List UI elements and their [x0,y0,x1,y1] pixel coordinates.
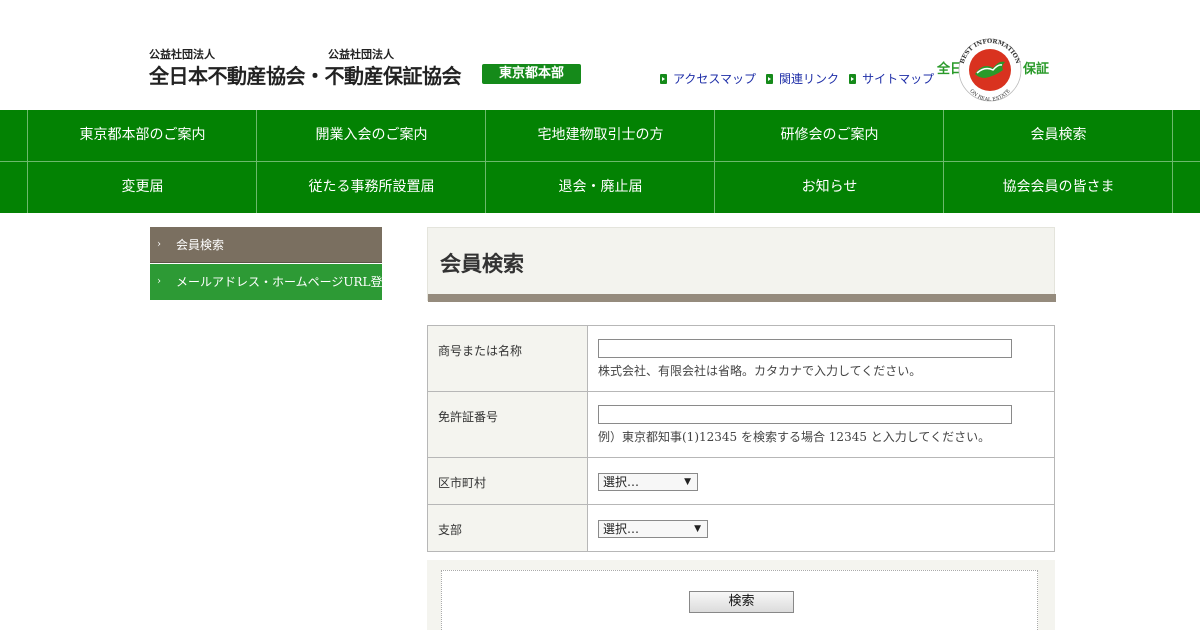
nav-row-2: 変更届 従たる事務所設置届 退会・廃止届 お知らせ 協会会員の皆さま [0,162,1200,213]
form-row-name: 商号または名称 株式会社、有限会社は省略。カタカナで入力してください。 [427,325,1055,392]
sidebar-item-label: メールアドレス・ホームページURL登 [176,275,382,289]
city-select[interactable]: 選択… ▼ [598,473,698,491]
nav-item-news[interactable]: お知らせ [715,162,944,213]
logo-title: 全日本不動産協会・不動産保証協会 [149,64,462,88]
related-links-link[interactable]: 関連リンク [766,70,839,87]
guarantee-seal: 全日 BEST INFORMATION ON REAL ESTATE 保証 [937,36,1053,102]
sitemap-label: サイトマップ [862,72,935,86]
search-area: 検索 [441,570,1038,630]
heading-underline [428,294,1056,302]
related-links-label: 関連リンク [779,72,840,86]
seal-right-text: 保証 [1023,62,1050,77]
sitemap-link[interactable]: サイトマップ [849,70,934,87]
name-label: 商号または名称 [427,325,588,392]
sidebar-item-email-url[interactable]: › メールアドレス・ホームページURL登 [150,264,382,300]
branch-label: 支部 [427,504,588,552]
nav-row-1: 東京都本部のご案内 開業入会のご案内 宅地建物取引士の方 研修会のご案内 会員検… [0,110,1200,161]
nav-item-about[interactable]: 東京都本部のご案内 [28,110,257,161]
license-number-input[interactable] [598,405,1012,424]
nav-separator [27,110,28,213]
rabbit-seal-icon: BEST INFORMATION ON REAL ESTATE [958,38,1022,102]
nav-item-withdrawal[interactable]: 退会・廃止届 [486,162,715,213]
nav-item-members[interactable]: 協会会員の皆さま [944,162,1173,213]
main-content: 会員検索 商号または名称 株式会社、有限会社は省略。カタカナで入力してください。… [427,227,1056,630]
nav-item-license-holder[interactable]: 宅地建物取引士の方 [486,110,715,161]
search-button[interactable]: 検索 [689,591,794,613]
branch-select[interactable]: 選択… ▼ [598,520,708,538]
access-map-link[interactable]: アクセスマップ [660,70,756,87]
city-select-value: 選択… [603,475,640,489]
logo-badge: 東京都本部 [482,64,581,84]
arrow-bullet-icon [660,73,667,84]
license-hint: 例）東京都知事(1)12345 を検索する場合 12345 と入力してください。 [598,430,991,444]
arrow-bullet-icon [766,73,774,84]
header-links: アクセスマップ 関連リンク サイトマップ [660,70,934,87]
sidebar-item-member-search[interactable]: › 会員検索 [150,227,382,263]
nav-item-change-notice[interactable]: 変更届 [28,162,257,213]
form-row-license: 免許証番号 例）東京都知事(1)12345 を検索する場合 12345 と入力し… [427,391,1055,458]
access-map-label: アクセスマップ [673,72,757,86]
name-hint: 株式会社、有限会社は省略。カタカナで入力してください。 [598,364,922,378]
nav-item-training[interactable]: 研修会のご案内 [715,110,944,161]
nav-item-join[interactable]: 開業入会のご案内 [257,110,486,161]
name-input[interactable] [598,339,1012,358]
nav-separator [256,110,257,213]
nav-item-member-search[interactable]: 会員検索 [944,110,1173,161]
member-search-form: 商号または名称 株式会社、有限会社は省略。カタカナで入力してください。 免許証番… [427,325,1055,552]
site-header: 公益社団法人 公益社団法人 全日本不動産協会・不動産保証協会 東京都本部 アクセ… [0,0,1200,110]
form-row-city: 区市町村 選択… ▼ [427,457,1055,505]
sidebar: › 会員検索 › メールアドレス・ホームページURL登 [150,227,382,300]
page-title: 会員検索 [440,252,524,276]
nav-separator [943,110,944,213]
page-heading: 会員検索 [427,227,1056,302]
chevron-right-icon: › [157,239,161,250]
nav-separator [485,110,486,213]
branch-select-value: 選択… [603,522,640,536]
arrow-bullet-icon [849,73,857,84]
nav-separator [1172,110,1173,213]
dropdown-arrow-icon: ▼ [694,524,701,534]
dropdown-arrow-icon: ▼ [684,477,691,487]
global-nav: 東京都本部のご案内 開業入会のご案内 宅地建物取引士の方 研修会のご案内 会員検… [0,110,1200,213]
form-row-branch: 支部 選択… ▼ [427,504,1055,552]
license-label: 免許証番号 [427,391,588,458]
nav-separator [714,110,715,213]
city-label: 区市町村 [427,457,588,505]
sidebar-item-label: 会員検索 [176,238,225,252]
chevron-right-icon: › [157,276,161,287]
nav-item-branch-office[interactable]: 従たる事務所設置届 [257,162,486,213]
